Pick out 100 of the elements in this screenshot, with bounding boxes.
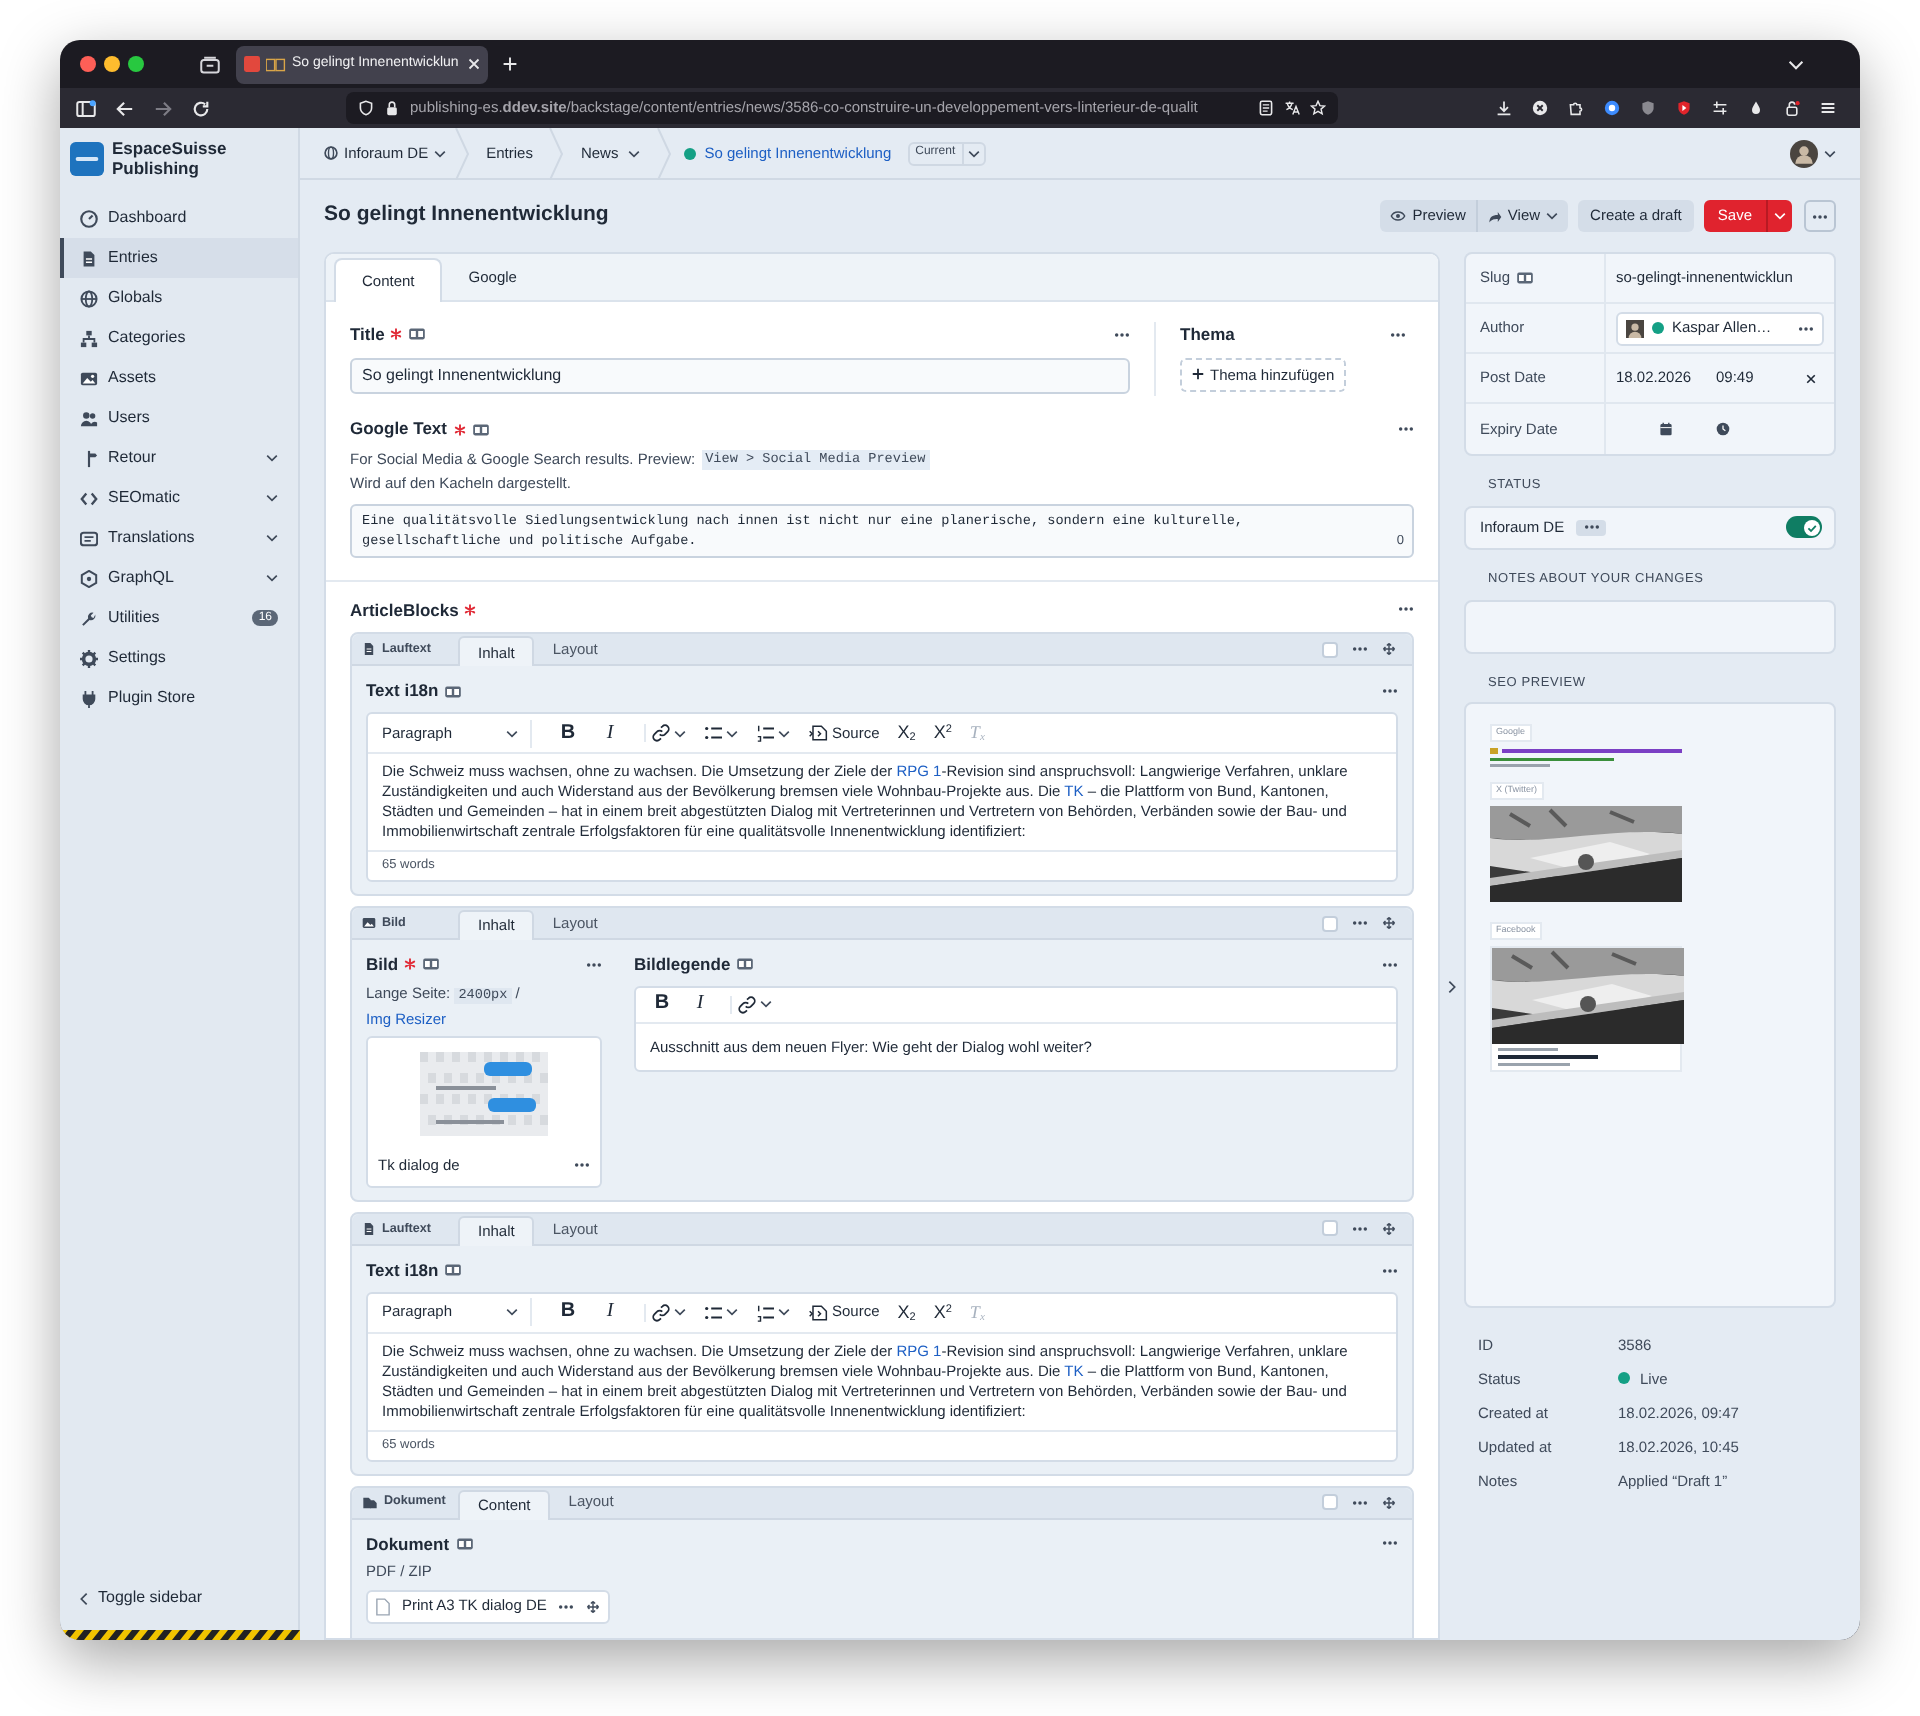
toggle-knob-icon [1803,519,1819,536]
back-icon[interactable] [116,99,134,117]
sidebar-icon[interactable] [76,99,96,117]
tab-overview-icon[interactable] [200,55,220,73]
move-icon[interactable] [1382,642,1396,657]
password-manager-icon[interactable] [1604,100,1620,116]
subscript-button[interactable]: X$_{2}$ [897,1303,916,1321]
move-icon[interactable] [586,1599,601,1613]
sidebar-item[interactable]: Settings [60,638,298,678]
bulleted-list-icon[interactable] [704,1303,722,1321]
link-icon[interactable] [652,1303,670,1321]
chevron-down-icon [760,1000,772,1009]
new-tab-icon[interactable] [502,56,518,72]
sidebar-item[interactable]: Dashboard [60,198,298,238]
play-icon[interactable] [1676,100,1692,116]
x-circle-icon[interactable] [1532,100,1548,116]
select-checkbox[interactable] [1322,1220,1338,1237]
toggle-sidebar-button[interactable]: Toggle sidebar [60,1578,298,1618]
sidebar-item[interactable]: Retour [60,438,298,478]
image-icon [362,916,376,930]
user-avatar[interactable] [1790,139,1818,167]
sidebar-item[interactable]: Users [60,398,298,438]
more-icon[interactable] [1382,1267,1398,1274]
sidebar-item[interactable]: SEOmatic [60,478,298,518]
superscript-button[interactable]: X$^{2}$ [933,1303,952,1321]
more-icon[interactable] [1352,1225,1368,1232]
select-checkbox[interactable] [1322,1494,1338,1510]
bold-button[interactable]: B [556,1302,580,1322]
maximize-window-button[interactable] [128,56,144,72]
superscript-button[interactable]: X$^{2}$ [933,724,952,742]
shield-icon[interactable] [1640,100,1656,116]
more-icon[interactable] [1382,1540,1398,1547]
bold-button[interactable]: B [650,994,674,1015]
more-icon[interactable] [1390,331,1406,338]
padlock-icon[interactable] [1784,100,1800,116]
sidebar-item[interactable]: Globals [60,278,298,318]
puzzle-icon[interactable] [1568,100,1584,116]
clear-icon[interactable] [1806,373,1816,383]
chevron-down-icon[interactable] [1824,149,1836,157]
close-window-button[interactable] [80,56,96,72]
more-icon[interactable] [1798,325,1814,331]
equalizer-icon[interactable] [1712,100,1728,116]
sidebar-item[interactable]: Assets [60,358,298,398]
more-icon[interactable] [1352,1499,1368,1505]
bulleted-list-icon[interactable] [704,724,722,742]
move-icon[interactable] [1382,916,1396,930]
hexagon-icon [80,569,98,587]
more-icon[interactable] [1398,426,1414,433]
rich-text-editor[interactable] [366,1291,1398,1461]
numbered-list-icon[interactable] [756,1303,774,1321]
link-icon[interactable] [738,995,756,1014]
more-icon[interactable] [1352,920,1368,926]
drop-icon[interactable] [1748,100,1764,116]
numbered-list-icon[interactable] [756,724,774,742]
more-icon[interactable] [1812,213,1828,219]
more-icon[interactable] [1382,688,1398,695]
sidebar-item[interactable]: Plugin Store [60,678,298,718]
italic-button[interactable]: I [598,1302,622,1322]
sidebar-item[interactable]: Entries [60,238,298,278]
download-icon[interactable] [1496,100,1512,116]
close-icon[interactable] [468,58,480,70]
more-icon[interactable] [1114,331,1130,338]
more-icon[interactable] [1583,524,1600,531]
reload-icon[interactable] [192,99,210,117]
chevron-right-icon[interactable] [1448,979,1456,993]
bold-button[interactable]: B [556,723,580,743]
globe-icon [324,146,338,160]
bookmark-star-icon[interactable] [1310,100,1326,116]
subscript-button[interactable]: X$_{2}$ [897,724,916,742]
italic-button[interactable]: I [688,994,712,1015]
reader-view-icon[interactable] [1258,100,1274,116]
source-icon [808,1303,828,1321]
sidebar-item[interactable]: Translations [60,518,298,558]
more-icon[interactable] [1382,961,1398,968]
more-icon[interactable] [1398,606,1414,613]
favicon-icon [244,56,260,72]
title-input[interactable]: So gelingt Innenentwicklung [350,357,1130,394]
share-arrow-icon [1487,209,1502,223]
move-icon[interactable] [1382,1221,1396,1236]
menu-icon[interactable] [1820,100,1836,116]
toggle-switch[interactable] [1786,516,1822,539]
minimize-window-button[interactable] [104,56,120,72]
sidebar-item[interactable]: Categories [60,318,298,358]
select-checkbox[interactable] [1322,641,1338,658]
sidebar-item[interactable]: GraphQL [60,558,298,598]
move-icon[interactable] [1382,1495,1396,1509]
italic-button[interactable]: I [598,723,622,743]
forward-icon[interactable] [154,99,172,117]
more-icon[interactable] [1352,646,1368,653]
more-icon[interactable] [574,1161,590,1168]
save-options-button[interactable] [1766,200,1792,232]
notes-input[interactable] [1464,599,1836,653]
more-icon[interactable] [558,1603,575,1609]
translate-page-icon[interactable] [1284,100,1300,116]
site-options-button[interactable] [1576,519,1607,536]
more-icon[interactable] [586,961,602,968]
select-checkbox[interactable] [1322,915,1338,931]
link-icon[interactable] [652,724,670,742]
clock-icon[interactable] [1716,422,1730,436]
rich-text-editor[interactable] [366,712,1398,882]
